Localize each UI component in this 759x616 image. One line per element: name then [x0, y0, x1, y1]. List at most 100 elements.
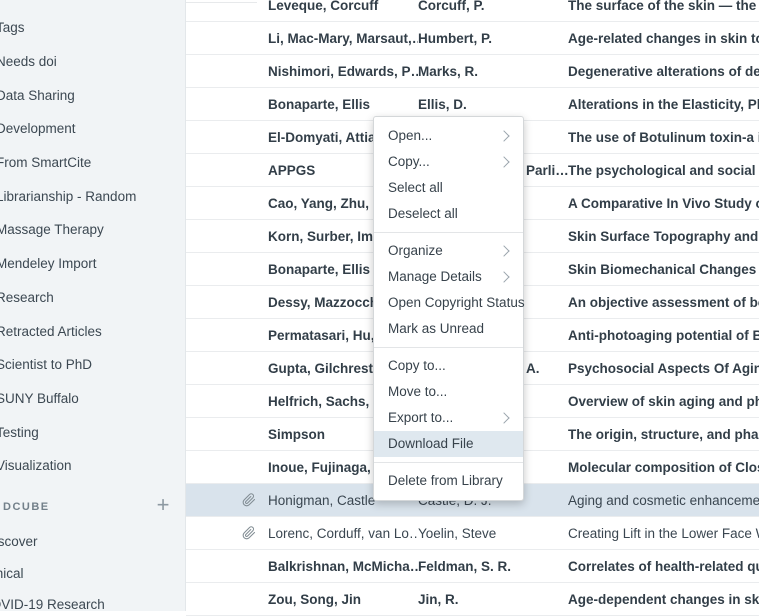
editor-cell: Humbert, P.: [418, 31, 568, 46]
sidebar-item-label: Tags: [0, 20, 25, 35]
title-cell: An objective assessment of botul: [568, 295, 759, 310]
submenu-chevron-icon: [498, 412, 509, 423]
context-menu-item-organize[interactable]: Organize: [374, 238, 523, 264]
editor-cell: Jin, R.: [418, 592, 568, 607]
table-row[interactable]: Li, Mac-Mary, Marsaut,… Humbert, P. Age-…: [186, 22, 759, 55]
context-menu-item-label: Move to...: [388, 384, 447, 399]
authors-cell: Balkrishnan, McMicha…: [268, 559, 418, 574]
title-cell: Psychosocial Aspects Of Aging S: [568, 361, 759, 376]
authors-cell: Bonaparte, Ellis: [268, 97, 418, 112]
context-menu-item-mark-as-unread[interactable]: Mark as Unread: [374, 316, 523, 342]
table-row[interactable]: Lorenc, Corduff, van Lo… Yoelin, Steve C…: [186, 517, 759, 550]
context-menu-item-open-[interactable]: Open...: [374, 123, 523, 149]
title-cell: The origin, structure, and pharma: [568, 427, 759, 442]
add-collection-button[interactable]: +: [152, 492, 174, 518]
title-cell: Correlates of health-related quali: [568, 559, 759, 574]
sidebar-item-testing[interactable]: Testing: [0, 415, 185, 449]
sidebar-item-clinical[interactable]: Clinical: [0, 557, 185, 588]
context-menu-item-label: Open...: [388, 128, 432, 143]
submenu-chevron-icon: [498, 271, 509, 282]
attachment-icon: [242, 493, 256, 507]
table-row[interactable]: Balkrishnan, McMicha… Feldman, S. R. Cor…: [186, 550, 759, 583]
title-cell: The surface of the skin — the mic: [568, 0, 759, 13]
sidebar-item-massage-therapy[interactable]: Massage Therapy: [0, 213, 185, 247]
sidebar-item-research[interactable]: Research: [0, 281, 185, 315]
sidebar-item-label: Data Sharing: [0, 88, 75, 103]
context-menu-item-label: Delete from Library: [388, 473, 503, 488]
table-row[interactable]: Zou, Song, Jin Jin, R. Age-dependent cha…: [186, 583, 759, 616]
context-menu-divider: [374, 347, 523, 348]
sidebar-collections-list: Tags Needs doi Data Sharing Development …: [0, 11, 185, 483]
title-cell: The use of Botulinum toxin-a inje: [568, 130, 759, 145]
title-cell: Creating Lift in the Lower Face Wi: [568, 526, 759, 541]
title-cell: Molecular composition of Clostri: [568, 460, 759, 475]
context-menu-item-move-to-[interactable]: Move to...: [374, 379, 523, 405]
title-cell: A Comparative In Vivo Study on T: [568, 196, 759, 211]
submenu-chevron-icon: [498, 156, 509, 167]
sidebar: Tags Needs doi Data Sharing Development …: [0, 0, 186, 611]
context-menu-item-label: Copy...: [388, 154, 430, 169]
sidebar-item-label: Scientist to PhD: [0, 357, 92, 372]
sidebar-item-needs-doi[interactable]: Needs doi: [0, 45, 185, 79]
title-cell: Skin Surface Topography and Tex: [568, 229, 759, 244]
context-menu-item-copy-[interactable]: Copy...: [374, 149, 523, 175]
sidebar-item-label: Development: [0, 121, 76, 136]
editor-cell: Feldman, S. R.: [418, 559, 568, 574]
title-cell: The psychological and social imp: [568, 163, 759, 178]
sidebar-item-covid-19-research[interactable]: COVID-19 Research: [0, 589, 185, 611]
context-menu-item-open-copyright-status[interactable]: Open Copyright Status: [374, 290, 523, 316]
table-row[interactable]: Leveque, Corcuff Corcuff, P. The surface…: [186, 0, 759, 22]
authors-cell: Leveque, Corcuff: [268, 0, 418, 13]
sidebar-item-suny-buffalo[interactable]: SUNY Buffalo: [0, 382, 185, 416]
sidebar-item-retracted-articles[interactable]: Retracted Articles: [0, 314, 185, 348]
sidebar-item-development[interactable]: Development: [0, 112, 185, 146]
context-menu-item-label: Download File: [388, 436, 474, 451]
sidebar-item-label: Research: [0, 290, 54, 305]
title-cell: Aging and cosmetic enhancemen: [568, 493, 759, 508]
sidebar-item-from-smartcite[interactable]: From SmartCite: [0, 146, 185, 180]
sidebar-item-tags[interactable]: Tags: [0, 11, 185, 45]
context-menu-item-label: Export to...: [388, 410, 453, 425]
context-menu-item-label: Deselect all: [388, 206, 458, 221]
sidebar-item-discover[interactable]: Discover: [0, 526, 185, 557]
sidebar-item-label: Testing: [0, 425, 39, 440]
sidebar-section-header-label: DCUBE: [3, 501, 50, 513]
context-menu: Open... Copy... Select all Deselect all …: [373, 116, 524, 501]
sidebar-item-label: Needs doi: [0, 54, 57, 69]
title-cell: Degenerative alterations of derma: [568, 64, 759, 79]
context-menu-item-download-file[interactable]: Download File: [374, 431, 523, 457]
context-menu-item-label: Organize: [388, 243, 443, 258]
sidebar-item-label: Visualization: [0, 458, 72, 473]
sidebar-item-label: From SmartCite: [0, 155, 91, 170]
sidebar-item-librarianship-random[interactable]: Librarianship - Random: [0, 179, 185, 213]
title-cell: Age-related changes in skin topo: [568, 31, 759, 46]
context-menu-item-label: Copy to...: [388, 358, 446, 373]
context-menu-item-export-to-[interactable]: Export to...: [374, 405, 523, 431]
editor-cell: Yoelin, Steve: [418, 526, 568, 541]
row-gutter: [186, 493, 268, 507]
submenu-chevron-icon: [498, 245, 509, 256]
title-cell: Alterations in the Elasticity, Pliabi: [568, 97, 759, 112]
authors-cell: Nishimori, Edwards, P…: [268, 64, 418, 79]
sidebar-item-data-sharing[interactable]: Data Sharing: [0, 78, 185, 112]
context-menu-divider: [374, 462, 523, 463]
sidebar-item-visualization[interactable]: Visualization: [0, 449, 185, 483]
sidebar-item-mendeley-import[interactable]: Mendeley Import: [0, 247, 185, 281]
table-row[interactable]: Nishimori, Edwards, P… Marks, R. Degener…: [186, 55, 759, 88]
authors-cell: Li, Mac-Mary, Marsaut,…: [268, 31, 418, 46]
title-cell: Age-dependent changes in skin s: [568, 592, 759, 607]
sidebar-item-label: COVID-19 Research: [0, 597, 105, 611]
submenu-chevron-icon: [498, 130, 509, 141]
sidebar-item-scientist-to-phd[interactable]: Scientist to PhD: [0, 348, 185, 382]
context-menu-divider: [374, 232, 523, 233]
context-menu-item-deselect-all[interactable]: Deselect all: [374, 201, 523, 227]
context-menu-item-manage-details[interactable]: Manage Details: [374, 264, 523, 290]
context-menu-item-select-all[interactable]: Select all: [374, 175, 523, 201]
context-menu-item-delete-from-library[interactable]: Delete from Library: [374, 468, 523, 494]
sidebar-item-label: Clinical: [0, 566, 24, 581]
authors-cell: Zou, Song, Jin: [268, 592, 418, 607]
editor-cell: Marks, R.: [418, 64, 568, 79]
authors-cell: Lorenc, Corduff, van Lo…: [268, 526, 418, 541]
context-menu-item-copy-to-[interactable]: Copy to...: [374, 353, 523, 379]
sidebar-item-label: Retracted Articles: [0, 324, 102, 339]
